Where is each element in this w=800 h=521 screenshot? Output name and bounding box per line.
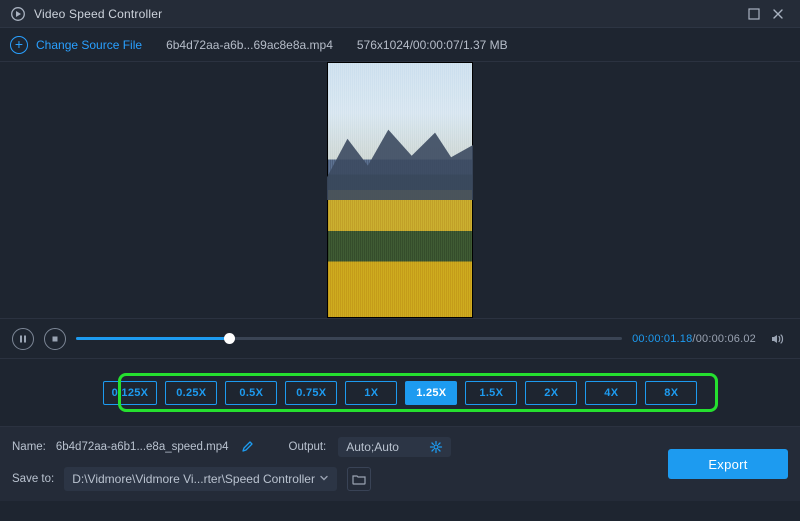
output-label: Output:	[289, 441, 327, 453]
edit-name-button[interactable]	[239, 438, 257, 456]
output-settings-button[interactable]: Auto;Auto	[338, 437, 451, 457]
speed-button-0-5x[interactable]: 0.5X	[225, 381, 277, 405]
source-file-info: 576x1024/00:00:07/1.37 MB	[357, 38, 508, 52]
save-path-dropdown[interactable]: D:\Vidmore\Vidmore Vi...rter\Speed Contr…	[64, 467, 337, 491]
bottom-panel: Name: 6b4d72aa-a6b1...e8a_speed.mp4 Outp…	[0, 426, 800, 501]
stop-button[interactable]	[44, 328, 66, 350]
change-source-button[interactable]: Change Source File	[10, 36, 142, 54]
pause-button[interactable]	[12, 328, 34, 350]
speed-button-1-5x[interactable]: 1.5X	[465, 381, 517, 405]
output-value: Auto;Auto	[346, 440, 399, 454]
progress-slider[interactable]	[76, 329, 622, 349]
title-bar: Video Speed Controller	[0, 0, 800, 28]
speed-button-4x[interactable]: 4X	[585, 381, 637, 405]
close-button[interactable]	[766, 4, 790, 24]
speed-button-0-25x[interactable]: 0.25X	[165, 381, 217, 405]
output-file-name: 6b4d72aa-a6b1...e8a_speed.mp4	[56, 441, 229, 453]
gear-icon	[429, 440, 443, 454]
duration: 00:00:06.02	[696, 333, 756, 345]
plus-circle-icon	[10, 36, 28, 54]
save-to-label: Save to:	[12, 473, 54, 485]
source-file-name: 6b4d72aa-a6b...69ac8e8a.mp4	[166, 38, 333, 52]
chevron-down-icon[interactable]	[315, 472, 333, 486]
speed-button-8x[interactable]: 8X	[645, 381, 697, 405]
preview-area	[0, 62, 800, 318]
progress-thumb[interactable]	[224, 333, 235, 344]
browse-folder-button[interactable]	[347, 467, 371, 491]
app-logo-icon	[10, 6, 26, 22]
speed-selector-row: 0.125X 0.25X 0.5X 0.75X 1X 1.25X 1.5X 2X 4X 8X	[0, 358, 800, 426]
export-button[interactable]: Export	[668, 449, 788, 479]
minimize-button[interactable]	[742, 4, 766, 24]
speed-button-0-125x[interactable]: 0.125X	[103, 381, 158, 405]
change-source-label: Change Source File	[36, 38, 142, 52]
speed-button-2x[interactable]: 2X	[525, 381, 577, 405]
video-preview[interactable]	[327, 62, 473, 318]
transport-bar: 00:00:01.18/00:00:06.02	[0, 318, 800, 358]
speed-button-0-75x[interactable]: 0.75X	[285, 381, 337, 405]
speed-button-1x[interactable]: 1X	[345, 381, 397, 405]
name-label: Name:	[12, 441, 46, 453]
speed-buttons: 0.125X 0.25X 0.5X 0.75X 1X 1.25X 1.5X 2X 4X 8X	[103, 381, 698, 405]
volume-button[interactable]	[766, 328, 788, 350]
current-time: 00:00:01.18	[632, 333, 692, 345]
save-path-value: D:\Vidmore\Vidmore Vi...rter\Speed Contr…	[72, 472, 315, 486]
speed-button-1-25x[interactable]: 1.25X	[405, 381, 457, 405]
info-bar: Change Source File 6b4d72aa-a6b...69ac8e…	[0, 28, 800, 62]
timecode: 00:00:01.18/00:00:06.02	[632, 333, 756, 345]
app-title: Video Speed Controller	[34, 7, 162, 21]
